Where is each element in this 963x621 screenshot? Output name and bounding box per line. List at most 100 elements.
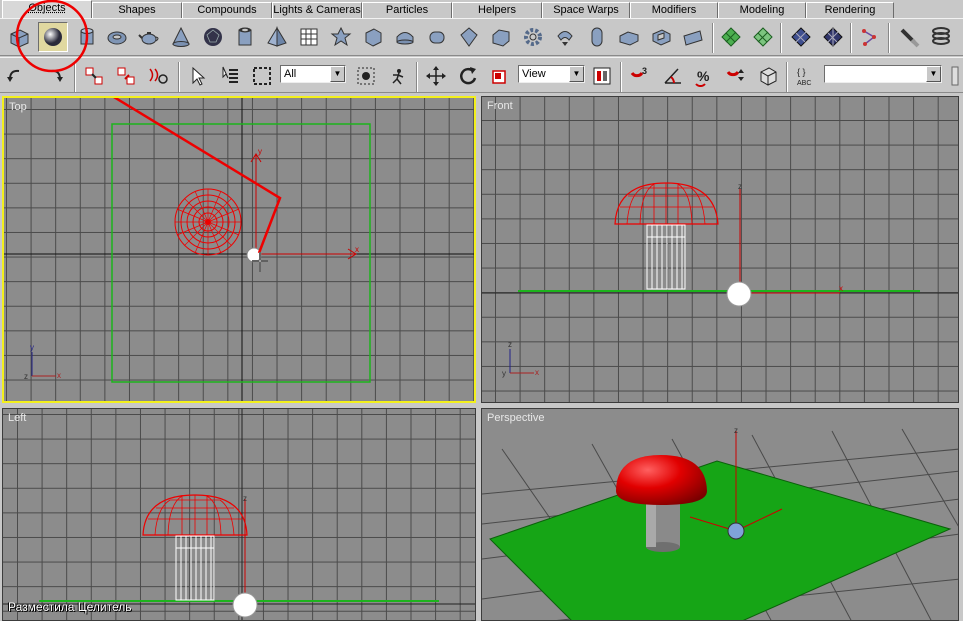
manipulate-icon (392, 69, 404, 85)
capsule-icon (591, 27, 603, 47)
ground-plane (489, 460, 952, 620)
pivot-center-button[interactable] (588, 61, 616, 91)
prism-button[interactable] (678, 22, 708, 52)
torus-button[interactable] (102, 22, 132, 52)
left-scene: z (3, 409, 475, 620)
torus-knot-button[interactable] (748, 22, 778, 52)
prism-icon (683, 30, 703, 46)
ringwave-icon (557, 31, 573, 46)
spinner-snap-button[interactable] (722, 61, 750, 91)
torus-knot-icon (753, 27, 773, 47)
cylinder-icon (80, 28, 94, 45)
capsule-button[interactable] (582, 22, 612, 52)
tab-objects[interactable]: Objects (2, 0, 92, 18)
chevron-down-icon[interactable]: ▼ (330, 66, 345, 82)
viewport-front[interactable]: Front x z z x y (481, 96, 959, 403)
link-icon (85, 67, 103, 85)
reference-coord-dropdown[interactable]: View ▼ (518, 65, 585, 83)
select-window-crossing-button[interactable] (352, 61, 380, 91)
oiltank-button[interactable] (390, 22, 420, 52)
svg-text:y: y (502, 369, 506, 378)
gengon-button[interactable] (454, 22, 484, 52)
nurbs-curve-icon (862, 29, 876, 46)
patch-quad-button[interactable] (786, 22, 816, 52)
tab-compounds[interactable]: Compounds (182, 2, 272, 18)
tab-modifiers[interactable]: Modifiers (630, 2, 718, 18)
named-selection-dropdown[interactable]: ▼ (824, 65, 942, 83)
box-button[interactable] (4, 22, 34, 52)
spindle-icon (429, 31, 445, 44)
chevron-down-icon[interactable]: ▼ (926, 66, 941, 82)
select-link-button[interactable] (80, 61, 108, 91)
svg-text:z: z (24, 372, 28, 381)
reference-coord-value: View (522, 68, 546, 80)
l-ext-button[interactable] (614, 22, 644, 52)
viewport-perspective[interactable]: Perspective z (481, 408, 959, 621)
torus-icon (107, 31, 127, 45)
snap-toggle-button[interactable]: 3 (626, 61, 654, 91)
spring-button[interactable] (926, 22, 956, 52)
arrow-cursor-icon (192, 66, 206, 86)
percent-snap-button[interactable]: % (690, 61, 718, 91)
viewport-top[interactable]: Top x y y x z (2, 96, 476, 403)
selection-filter-dropdown[interactable]: All ▼ (280, 65, 346, 83)
top-scene: x y y x z (4, 98, 474, 401)
nurbs-button[interactable] (856, 22, 886, 52)
cylinder-button[interactable] (72, 22, 102, 52)
ringwave-button[interactable] (550, 22, 580, 52)
svg-text:z: z (734, 426, 738, 435)
c-ext-button[interactable] (646, 22, 676, 52)
percent-snap-icon: % (695, 68, 710, 87)
select-button[interactable] (184, 61, 212, 91)
tube-button[interactable] (230, 22, 260, 52)
mushroom-cap (616, 455, 707, 505)
patch-tri-button[interactable] (818, 22, 848, 52)
chamfer-box-button[interactable] (358, 22, 388, 52)
mushroom-cap-wireframe (142, 494, 248, 536)
transform-gizmo: x y (246, 147, 359, 263)
scale-button[interactable] (486, 61, 514, 91)
rect-select-button[interactable] (248, 61, 276, 91)
tab-shapes[interactable]: Shapes (92, 2, 182, 18)
chamfer-cyl-button[interactable] (486, 22, 516, 52)
spindle-button[interactable] (422, 22, 452, 52)
toolbar-scroll-button[interactable] (948, 61, 962, 91)
particle-button[interactable] (894, 22, 924, 52)
rotate-button[interactable] (454, 61, 482, 91)
hose-button[interactable] (716, 22, 746, 52)
angle-snap-button[interactable] (658, 61, 686, 91)
tab-particles[interactable]: Particles (362, 2, 452, 18)
teapot-button[interactable] (134, 22, 164, 52)
window-crossing-icon (357, 67, 375, 85)
gear-button[interactable] (518, 22, 548, 52)
pyramid-button[interactable] (262, 22, 292, 52)
tab-helpers[interactable]: Helpers (452, 2, 542, 18)
svg-text:z: z (738, 182, 742, 191)
objects-toolbar (0, 18, 963, 56)
cone-button[interactable] (166, 22, 196, 52)
tab-rendering[interactable]: Rendering (806, 2, 894, 18)
bind-spacewarp-button[interactable] (144, 61, 172, 91)
max-ui: Objects Shapes Compounds Lights & Camera… (0, 0, 963, 621)
viewport-left[interactable]: Left z (2, 408, 476, 621)
edit-named-selection-button[interactable]: { } ABC (792, 61, 820, 91)
undo-icon (7, 69, 20, 82)
tab-space-warps[interactable]: Space Warps (542, 2, 630, 18)
chevron-down-icon[interactable]: ▼ (569, 66, 584, 82)
hedra-button[interactable] (326, 22, 356, 52)
axis-tripod: y x z (24, 343, 61, 381)
redo-button[interactable] (40, 61, 68, 91)
geosphere-button[interactable] (198, 22, 228, 52)
sphere-button[interactable] (38, 22, 68, 52)
svg-text:ABC: ABC (797, 80, 811, 87)
select-by-name-button[interactable] (216, 61, 244, 91)
plane-button[interactable] (294, 22, 324, 52)
tab-lights-cameras[interactable]: Lights & Cameras (272, 2, 362, 18)
unlink-button[interactable] (112, 61, 140, 91)
select-manipulate-button[interactable] (384, 61, 412, 91)
tab-modeling[interactable]: Modeling (718, 2, 806, 18)
named-sel-sets-button[interactable] (754, 61, 782, 91)
undo-button[interactable] (2, 61, 30, 91)
move-button[interactable] (422, 61, 450, 91)
pivot-center-icon (593, 67, 611, 85)
